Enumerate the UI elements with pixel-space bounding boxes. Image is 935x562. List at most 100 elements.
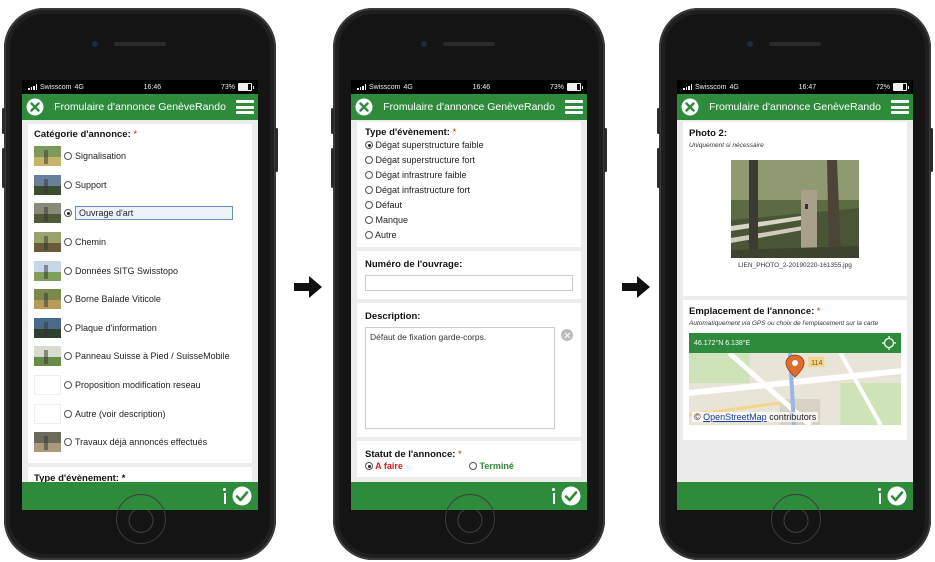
close-icon[interactable] (355, 98, 373, 116)
battery-percent: 73% (549, 83, 564, 91)
category-option-label: Plaque d'information (75, 322, 157, 333)
radio-button[interactable] (64, 323, 72, 332)
carrier: Swisscom (369, 83, 401, 91)
event-option[interactable]: Dégat superstructure faible (365, 138, 573, 153)
radio-button[interactable] (64, 295, 72, 304)
screen: Swisscom 4G 16:46 73% Fromulaire d'annon… (351, 80, 587, 510)
event-option-label: Dégat infrastructure fort (375, 185, 471, 195)
event-section: Type d'évènement: * (28, 466, 252, 482)
category-option[interactable]: Support (34, 171, 246, 200)
submit-check-icon[interactable] (232, 486, 252, 506)
radio-button[interactable] (64, 209, 72, 218)
radio-button[interactable] (365, 231, 373, 239)
osm-link[interactable]: OpenStreetMap (703, 412, 767, 422)
event-option[interactable]: Dégat infrastructure fort (365, 183, 573, 198)
signal-icon (683, 84, 692, 90)
screen: Swisscom 4G 16:46 73% Fromulaire d'annon… (22, 80, 258, 510)
category-option[interactable]: Ouvrage d'art (34, 199, 246, 228)
category-option[interactable]: Proposition modification reseau (34, 371, 246, 400)
category-option-label: Ouvrage d'art (75, 206, 233, 221)
category-option[interactable]: Autre (voir description) (34, 399, 246, 428)
status-option-todo[interactable]: A faire (365, 461, 469, 471)
radio-button[interactable] (365, 186, 373, 194)
radio-button[interactable] (64, 381, 72, 390)
camera (92, 41, 98, 47)
post-photo-icon (34, 174, 61, 195)
event-option-label: Manque (375, 215, 409, 225)
info-icon[interactable] (878, 488, 881, 504)
info-icon[interactable] (552, 488, 555, 504)
photo-section: Photo 2: Uniquement si nécessaire LIEN_P… (683, 122, 907, 296)
radio-button[interactable] (64, 352, 72, 361)
phone-frame: Swisscom 4G 16:47 72% Fromulaire d'annon… (657, 8, 933, 560)
event-option[interactable]: Défaut (365, 198, 573, 213)
radio-button[interactable] (64, 180, 72, 189)
menu-icon[interactable] (565, 100, 583, 114)
radio-button[interactable] (64, 438, 72, 447)
status-option-done[interactable]: Terminé (469, 461, 514, 471)
radio-button[interactable] (64, 152, 72, 161)
radio-button[interactable] (64, 409, 72, 418)
signal-icon (357, 84, 366, 90)
form-content: Catégorie d'annonce: * Signalisation Supp… (22, 120, 258, 482)
close-icon[interactable] (681, 98, 699, 116)
description-section: Description: Défaut de fixation garde-co… (357, 303, 581, 437)
speaker (114, 42, 166, 46)
radio-button[interactable] (365, 156, 373, 164)
event-option[interactable]: Autre (365, 228, 573, 243)
event-option-label: Dégat superstructure faible (375, 140, 484, 150)
speaker (769, 42, 821, 46)
event-option[interactable]: Dégat infrastrure faible (365, 168, 573, 183)
radio-button[interactable] (365, 216, 373, 224)
event-option[interactable]: Manque (365, 213, 573, 228)
status-bar: Swisscom 4G 16:46 73% (22, 80, 258, 94)
coordinates: 46.172°N 6.138°E (694, 339, 751, 347)
radio-button[interactable] (64, 266, 72, 275)
event-label: Type d'évènement: * (34, 472, 126, 482)
map-widget[interactable]: 46.172°N 6.138°E 114 © OpenStreetMap con… (688, 333, 902, 427)
event-section: Type d'évènement: * Dégat superstructure… (357, 122, 581, 247)
home-button[interactable] (116, 494, 166, 544)
network: 4G (403, 83, 413, 91)
signpost-photo-icon (34, 146, 61, 167)
info-plate-photo-icon (34, 317, 61, 338)
category-option[interactable]: Panneau Suisse à Pied / SuisseMobile (34, 342, 246, 371)
page-title: Fromulaire d'annonce GenèveRando (383, 101, 555, 113)
menu-icon[interactable] (236, 100, 254, 114)
camera (421, 41, 427, 47)
photo-hint: Uniquement si nécessaire (689, 142, 764, 149)
category-option[interactable]: Plaque d'information (34, 314, 246, 343)
trail-sign-photo-icon (34, 346, 61, 367)
category-option[interactable]: Chemin (34, 228, 246, 257)
event-option[interactable]: Dégat superstructure fort (365, 153, 573, 168)
battery-icon (567, 83, 583, 91)
category-option[interactable]: Signalisation (34, 142, 246, 171)
submit-check-icon[interactable] (887, 486, 907, 506)
category-option[interactable]: Travaux déjà annoncés effectués (34, 428, 246, 457)
camera (747, 41, 753, 47)
category-option[interactable]: Données SITG Swisstopo (34, 256, 246, 285)
home-button[interactable] (771, 494, 821, 544)
menu-icon[interactable] (891, 100, 909, 114)
home-button[interactable] (445, 494, 495, 544)
category-option[interactable]: Borne Balade Viticole (34, 285, 246, 314)
category-option-label: Panneau Suisse à Pied / SuisseMobile (75, 351, 230, 362)
battery-percent: 73% (220, 83, 235, 91)
submit-check-icon[interactable] (561, 486, 581, 506)
work-number-input[interactable] (365, 275, 573, 291)
radio-button[interactable] (365, 141, 373, 149)
photo-thumbnail[interactable] (731, 160, 859, 258)
clock: 16:47 (798, 83, 817, 91)
close-icon[interactable] (26, 98, 44, 116)
gps-locate-icon[interactable] (882, 336, 896, 350)
category-option-label: Autre (voir description) (75, 408, 166, 419)
category-option-label: Signalisation (75, 151, 127, 162)
radio-button[interactable] (64, 238, 72, 247)
info-icon[interactable] (223, 488, 226, 504)
clear-icon[interactable] (561, 329, 573, 341)
description-textarea[interactable]: Défaut de fixation garde-corps. (365, 327, 555, 429)
page-title: Fromulaire d'annonce GenèveRando (54, 101, 226, 113)
radio-button[interactable] (365, 201, 373, 209)
network: 4G (74, 83, 84, 91)
radio-button[interactable] (365, 171, 373, 179)
